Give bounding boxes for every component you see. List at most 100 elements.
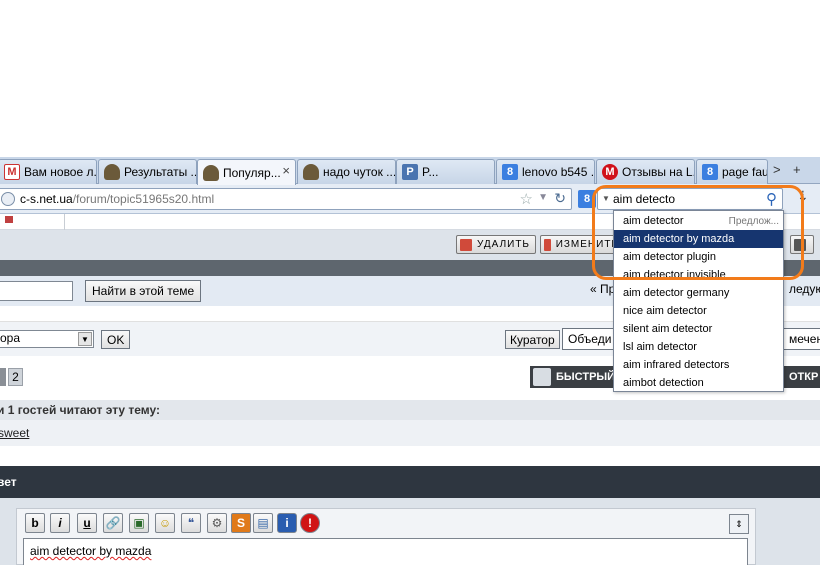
address-bar[interactable]: c-s.net.ua/forum/topic51965s20.html ☆ ▼ …: [0, 188, 572, 210]
tab-label: P...: [422, 165, 439, 179]
info-icon[interactable]: i: [277, 513, 297, 533]
chevron-down-icon[interactable]: ▼: [538, 192, 548, 203]
delete-icon: [460, 238, 472, 251]
image-icon[interactable]: ▣: [129, 513, 149, 533]
tab-results[interactable]: Результаты ...: [98, 159, 197, 184]
delete-button[interactable]: УДАЛИТЬ: [456, 235, 536, 254]
red-m-icon: M: [602, 164, 618, 180]
reply-header: вет: [0, 466, 820, 498]
tab-lenovo[interactable]: 8 lenovo b545 ...: [496, 159, 595, 184]
tab-reviews[interactable]: M Отзывы на L...: [596, 159, 695, 184]
page-link[interactable]: 2: [8, 368, 23, 386]
suggestion-label: aim detector plugin: [623, 251, 716, 263]
tab-scroll-right-icon[interactable]: >: [773, 162, 781, 177]
suggestion-item[interactable]: silent aim detector: [614, 320, 783, 338]
resize-editor-icon[interactable]: ⇕: [729, 514, 749, 534]
tab-label: lenovo b545 ...: [522, 165, 594, 179]
suggestion-item-selected[interactable]: aim detector by mazda: [614, 230, 783, 248]
search-input[interactable]: aim detecto: [613, 192, 675, 206]
user-link[interactable]: sweet: [0, 426, 29, 440]
download-arrow-icon[interactable]: ⇣: [797, 188, 809, 205]
flag-icon: [5, 216, 13, 223]
suggestion-item[interactable]: aim detector plugin: [614, 248, 783, 266]
previous-link[interactable]: « Пр: [590, 282, 615, 296]
p-icon: P: [402, 164, 418, 180]
chevron-down-icon[interactable]: ▼: [78, 332, 92, 346]
find-in-topic-button[interactable]: Найти в этой теме: [85, 280, 202, 302]
person-icon: [303, 164, 319, 180]
edit-button[interactable]: ИЗМЕНИТЬ: [540, 235, 620, 254]
suggestion-label: aim infrared detectors: [623, 359, 730, 371]
suggestion-item[interactable]: nice aim detector: [614, 302, 783, 320]
suggestion-label: aimbot detection: [623, 377, 704, 389]
suggestion-label: aim detector by mazda: [623, 233, 735, 245]
search-bar[interactable]: 8 ▼ aim detecto ⚲: [578, 188, 783, 210]
misc-icon: [794, 238, 806, 251]
quick-reply-button[interactable]: БЫСТРЫЙ: [530, 366, 618, 388]
extra-mod-button[interactable]: [790, 235, 814, 254]
search-engine-icon[interactable]: 8: [578, 190, 596, 208]
tab-strip: M Вам новое л... Результаты ... Популяр.…: [0, 157, 820, 185]
bookmark-star-icon[interactable]: ☆: [520, 190, 533, 208]
url-path: /forum/topic51965s20.html: [72, 192, 215, 206]
google-icon: 8: [702, 164, 718, 180]
topic-search-input[interactable]: [0, 281, 73, 301]
person-icon: [203, 164, 219, 181]
code-icon[interactable]: ⚙: [207, 513, 227, 533]
quick-reply-label: БЫСТРЫЙ: [556, 371, 616, 383]
suggestion-label: aim detector: [623, 215, 684, 227]
readers-text: и 1 гостей читают эту тему:: [0, 403, 160, 417]
suggestion-item[interactable]: aim detector germany: [614, 284, 783, 302]
close-tab-icon[interactable]: ×: [282, 163, 290, 178]
reload-icon[interactable]: ↻: [554, 190, 566, 207]
person-icon: [104, 164, 120, 180]
edit-label: ИЗМЕНИТЬ: [555, 239, 619, 250]
suggestion-item[interactable]: aim infrared detectors: [614, 356, 783, 374]
next-link[interactable]: ледующ: [789, 282, 820, 296]
url-host: c-s.net.ua: [20, 192, 73, 206]
quote-icon[interactable]: ❝: [181, 513, 201, 533]
underline-icon[interactable]: u: [77, 513, 97, 533]
moderation-select-value: ора: [0, 331, 21, 345]
stop-icon[interactable]: !: [300, 513, 320, 533]
suggestion-item[interactable]: lsl aim detector: [614, 338, 783, 356]
tab-pagefault[interactable]: 8 page fault: [696, 159, 768, 184]
suggestion-hint: Предлож...: [728, 215, 779, 227]
strike-icon[interactable]: S: [231, 513, 251, 533]
tab-nado[interactable]: надо чуток ...: [297, 159, 396, 184]
tab-label: page fault: [722, 165, 767, 179]
search-suggestions: aim detector Предлож... aim detector by …: [613, 210, 784, 392]
curator-button[interactable]: Куратор: [505, 330, 560, 349]
delete-label: УДАЛИТЬ: [477, 239, 530, 250]
moderation-select[interactable]: ора ▼: [0, 330, 94, 348]
reply-icon: [533, 368, 551, 386]
file-icon[interactable]: ▤: [253, 513, 273, 533]
tab-label: Вам новое л...: [24, 165, 96, 179]
new-tab-icon[interactable]: +: [793, 162, 801, 177]
suggestion-item[interactable]: aimbot detection: [614, 374, 783, 392]
gmail-icon: M: [4, 164, 20, 180]
tab-label: надо чуток ...: [323, 165, 395, 179]
tab-label: Результаты ...: [124, 165, 196, 179]
ok-button[interactable]: OK: [101, 330, 131, 349]
globe-icon: [1, 192, 15, 206]
tab-label: Популяр...: [223, 165, 281, 180]
readers-header: и 1 гостей читают эту тему:: [0, 400, 820, 420]
suggestion-item[interactable]: aim detector invisible: [614, 266, 783, 284]
open-topic-button[interactable]: ОТКР: [783, 366, 820, 388]
chevron-down-icon[interactable]: ▼: [602, 194, 610, 203]
suggestion-label: silent aim detector: [623, 323, 713, 335]
tab-popular-active[interactable]: Популяр... ×: [197, 159, 296, 185]
tab-gmail[interactable]: M Вам новое л...: [0, 159, 97, 184]
italic-icon[interactable]: i: [50, 513, 70, 533]
reply-title: вет: [0, 475, 17, 489]
bold-icon[interactable]: b: [25, 513, 45, 533]
search-icon[interactable]: ⚲: [766, 190, 777, 208]
link-icon[interactable]: 🔗: [103, 513, 123, 533]
smiley-icon[interactable]: ☺: [155, 513, 175, 533]
edit-icon: [544, 238, 551, 251]
message-textarea[interactable]: aim detector by mazda: [23, 538, 748, 565]
suggestion-item[interactable]: aim detector Предлож...: [614, 212, 783, 230]
marked-button[interactable]: мечен: [783, 328, 820, 350]
tab-p[interactable]: P P...: [396, 159, 495, 184]
